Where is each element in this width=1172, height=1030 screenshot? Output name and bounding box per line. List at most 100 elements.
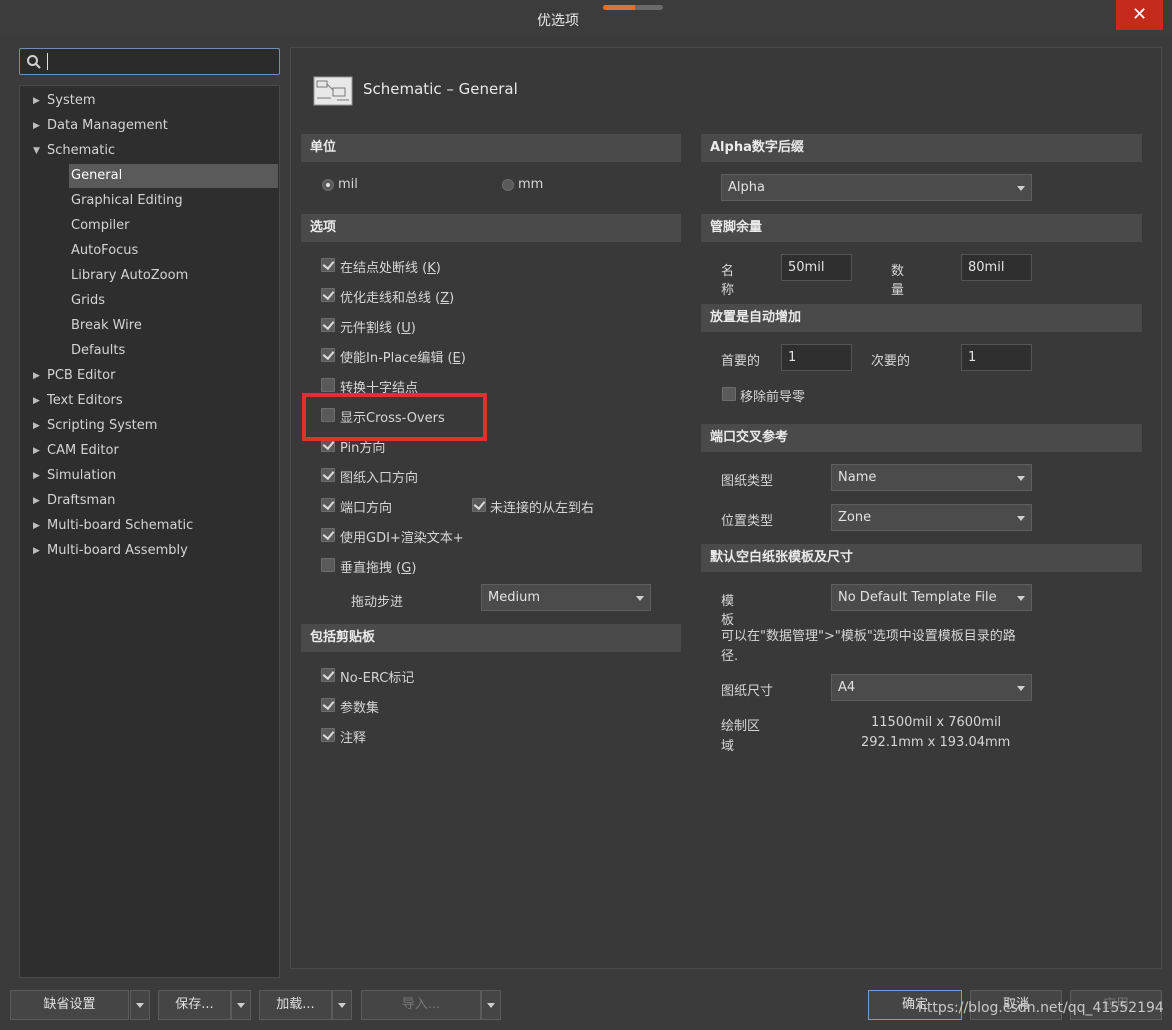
secondary-increment-field[interactable]: 1	[961, 344, 1032, 371]
pin-name-margin-field[interactable]: 50mil	[781, 254, 852, 281]
alpha-suffix-dropdown[interactable]: Alpha	[721, 174, 1032, 201]
save-menu-arrow[interactable]	[231, 990, 251, 1020]
expand-arrow-icon[interactable]: ▶	[33, 364, 40, 388]
tree-item-defaults[interactable]: Defaults	[71, 339, 125, 363]
search-input[interactable]	[19, 48, 280, 75]
location-type-dropdown[interactable]: Zone	[831, 504, 1032, 531]
tree-item-general[interactable]: General	[69, 164, 278, 188]
tree-item-break-wire[interactable]: Break Wire	[71, 314, 142, 338]
in-place-edit-label[interactable]: 使能In-Place编辑 (E)	[340, 347, 466, 366]
import-menu-arrow[interactable]	[481, 990, 501, 1020]
tree-item-label: Simulation	[47, 468, 117, 483]
break-wires-label[interactable]: 在结点处断线 (K)	[340, 257, 441, 276]
sheet-entry-direction-checkbox[interactable]	[321, 468, 335, 482]
expand-arrow-icon[interactable]: ▶	[33, 414, 40, 438]
import-button[interactable]: 导入...	[361, 990, 481, 1020]
tree-item-system[interactable]: ▶ System	[33, 89, 277, 113]
port-direction-label[interactable]: 端口方向	[340, 497, 392, 516]
primary-increment-field[interactable]: 1	[781, 344, 852, 371]
expand-arrow-icon[interactable]: ▶	[33, 539, 40, 563]
notes-checkbox[interactable]	[321, 728, 335, 742]
no-erc-checkbox[interactable]	[321, 668, 335, 682]
tree-item-pcb-editor[interactable]: ▶ PCB Editor	[33, 364, 115, 388]
tree-item-draftsman[interactable]: ▶ Draftsman	[33, 489, 116, 513]
tree-item-text-editors[interactable]: ▶ Text Editors	[33, 389, 123, 413]
close-button[interactable]: ✕	[1116, 0, 1163, 30]
tree-item-autofocus[interactable]: AutoFocus	[71, 239, 138, 263]
expand-arrow-icon[interactable]: ▶	[33, 89, 40, 113]
unconnected-left-to-right-checkbox[interactable]	[472, 498, 486, 512]
defaults-menu-arrow[interactable]	[130, 990, 150, 1020]
template-dropdown[interactable]: No Default Template File	[831, 584, 1032, 611]
remove-leading-zeros-label[interactable]: 移除前导零	[740, 386, 805, 405]
page-title: Schematic – General	[363, 80, 518, 98]
tree-item-schematic[interactable]: ▼ Schematic	[33, 139, 277, 163]
tree-item-compiler[interactable]: Compiler	[71, 214, 130, 238]
expand-arrow-icon[interactable]: ▶	[33, 464, 40, 488]
tree-item-label: Draftsman	[47, 493, 116, 508]
collapse-arrow-icon[interactable]: ▼	[33, 139, 40, 163]
tree-item-simulation[interactable]: ▶ Simulation	[33, 464, 117, 488]
unit-mil-radio[interactable]	[322, 179, 334, 191]
unconnected-left-to-right-label[interactable]: 未连接的从左到右	[490, 497, 594, 516]
tree-item-scripting-system[interactable]: ▶ Scripting System	[33, 414, 158, 438]
tree-item-graphical-editing[interactable]: Graphical Editing	[71, 189, 183, 213]
chevron-down-icon	[1017, 596, 1025, 601]
tree-item-label: Graphical Editing	[71, 193, 183, 208]
tree-item-label: System	[47, 93, 96, 108]
expand-arrow-icon[interactable]: ▶	[33, 514, 40, 538]
tree-item-library-autozoom[interactable]: Library AutoZoom	[71, 264, 188, 288]
tree-item-label: Scripting System	[47, 418, 158, 433]
tree-item-data-management[interactable]: ▶ Data Management	[33, 114, 277, 138]
tree-item-multi-board-assembly[interactable]: ▶ Multi-board Assembly	[33, 539, 188, 563]
no-erc-label[interactable]: No-ERC标记	[340, 667, 414, 686]
pin-number-margin-field[interactable]: 80mil	[961, 254, 1032, 281]
parameter-sets-label[interactable]: 参数集	[340, 697, 379, 716]
sheet-size-label: 图纸尺寸	[721, 684, 774, 699]
unit-mm-radio[interactable]	[502, 179, 514, 191]
highlight-annotation-box	[302, 393, 487, 441]
in-place-edit-checkbox[interactable]	[321, 348, 335, 362]
drawing-area-label-2: 域	[721, 739, 735, 754]
components-cut-wires-label[interactable]: 元件割线 (U)	[340, 317, 416, 336]
unit-mil-label[interactable]: mil	[338, 177, 358, 192]
unit-mm-label[interactable]: mm	[518, 177, 543, 192]
sheet-size-dropdown[interactable]: A4	[831, 674, 1032, 701]
expand-arrow-icon[interactable]: ▶	[33, 114, 40, 138]
sheet-type-dropdown[interactable]: Name	[831, 464, 1032, 491]
components-cut-wires-checkbox[interactable]	[321, 318, 335, 332]
load-button[interactable]: 加载...	[259, 990, 332, 1020]
parameter-sets-checkbox[interactable]	[321, 698, 335, 712]
drawing-area-mm: 292.1mm x 193.04mm	[861, 735, 1011, 750]
tree-item-grids[interactable]: Grids	[71, 289, 105, 313]
optimize-wires-label[interactable]: 优化走线和总线 (Z)	[340, 287, 454, 306]
tree-item-label: Compiler	[71, 218, 130, 233]
optimize-wires-checkbox[interactable]	[321, 288, 335, 302]
expand-arrow-icon[interactable]: ▶	[33, 389, 40, 413]
notes-label[interactable]: 注释	[340, 727, 366, 746]
title-bar: 优选项 ✕	[0, 0, 1172, 38]
port-direction-checkbox[interactable]	[321, 498, 335, 512]
chevron-down-icon	[1017, 186, 1025, 191]
tree-item-label: Multi-board Assembly	[47, 543, 188, 558]
defaults-button[interactable]: 缺省设置	[10, 990, 129, 1020]
break-wires-checkbox[interactable]	[321, 258, 335, 272]
port-cross-ref-header: 端口交叉参考	[701, 424, 1142, 452]
drag-step-dropdown[interactable]: Medium	[481, 584, 651, 611]
gdi-render-checkbox[interactable]	[321, 528, 335, 542]
tree-item-multi-board-schematic[interactable]: ▶ Multi-board Schematic	[33, 514, 193, 538]
preferences-tree: ▶ System ▶ Data Management ▼ Schematic Gene…	[19, 85, 280, 978]
save-button[interactable]: 保存...	[158, 990, 231, 1020]
vertical-drag-checkbox[interactable]	[321, 558, 335, 572]
tree-item-cam-editor[interactable]: ▶ CAM Editor	[33, 439, 119, 463]
expand-arrow-icon[interactable]: ▶	[33, 439, 40, 463]
gdi-render-label[interactable]: 使用GDI+渲染文本+	[340, 527, 464, 546]
vertical-drag-label[interactable]: 垂直拖拽 (G)	[340, 557, 416, 576]
expand-arrow-icon[interactable]: ▶	[33, 489, 40, 513]
clipboard-header: 包括剪贴板	[301, 624, 681, 652]
tree-item-label: CAM Editor	[47, 443, 119, 458]
sheet-entry-direction-label[interactable]: 图纸入口方向	[340, 467, 418, 486]
remove-leading-zeros-checkbox[interactable]	[722, 387, 736, 401]
load-menu-arrow[interactable]	[332, 990, 352, 1020]
convert-cross-junctions-checkbox[interactable]	[321, 378, 335, 392]
